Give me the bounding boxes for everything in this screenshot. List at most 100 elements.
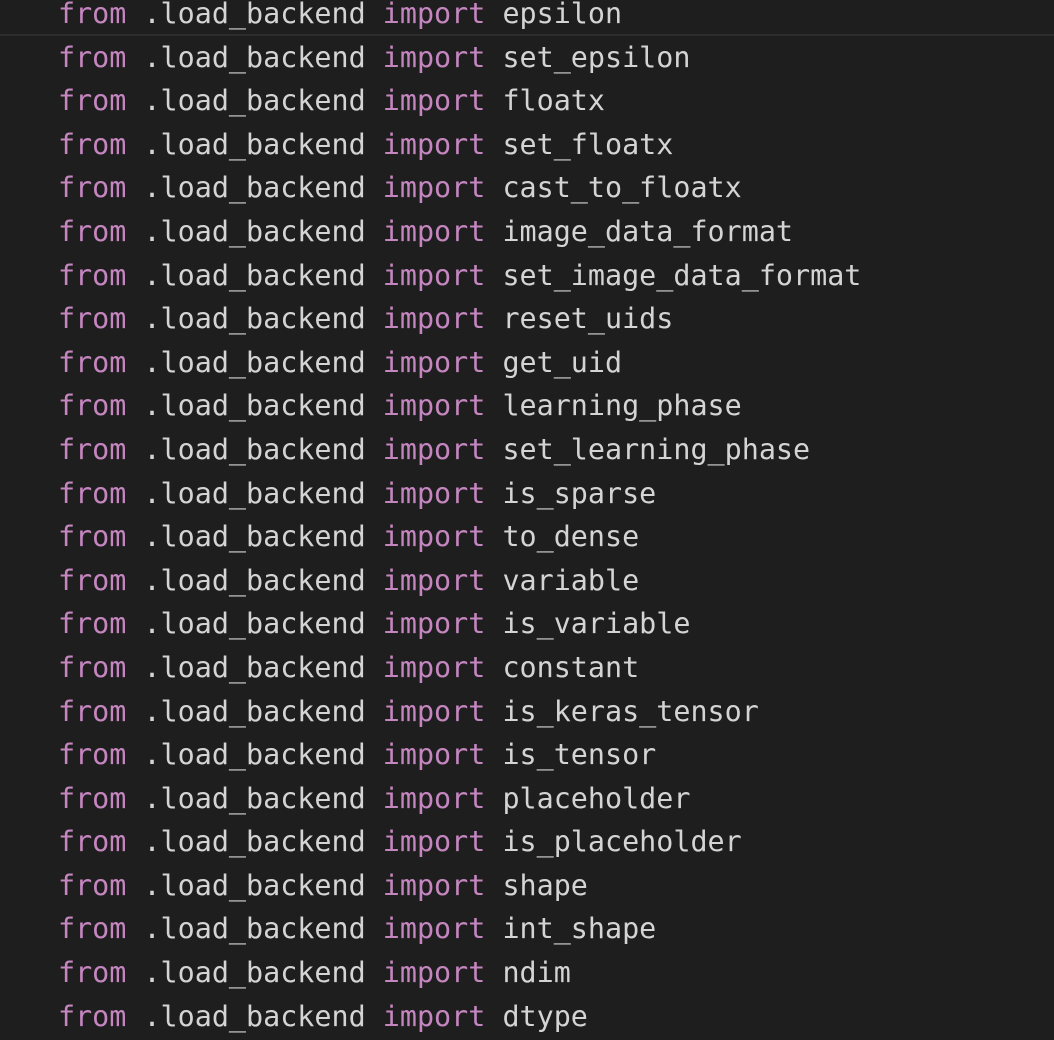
keyword-from: from [58, 650, 127, 684]
module-path: .load_backend [143, 825, 366, 859]
keyword-import: import [382, 912, 486, 946]
keyword-import: import [382, 956, 486, 990]
keyword-from: from [58, 432, 127, 466]
module-path: .load_backend [143, 607, 366, 641]
keyword-from: from [58, 781, 127, 815]
module-path: .load_backend [143, 40, 366, 74]
keyword-import: import [382, 258, 486, 292]
imported-name: set_image_data_format [502, 258, 862, 292]
code-line[interactable]: from .load_backend import epsilon [0, 0, 1054, 36]
code-line[interactable]: from .load_backend import is_variable [0, 602, 1054, 646]
keyword-import: import [382, 520, 486, 554]
module-path: .load_backend [143, 476, 366, 510]
code-editor[interactable]: from .load_backend import epsilon from .l… [0, 0, 1054, 1040]
keyword-import: import [382, 214, 486, 248]
imported-name: to_dense [502, 520, 640, 554]
keyword-import: import [382, 389, 486, 423]
code-line[interactable]: from .load_backend import dtype [0, 995, 1054, 1039]
imported-name: set_learning_phase [502, 432, 811, 466]
module-path: .load_backend [143, 694, 366, 728]
code-line[interactable]: from .load_backend import cast_to_floatx [0, 166, 1054, 210]
imported-name: is_tensor [502, 738, 657, 772]
keyword-import: import [382, 171, 486, 205]
code-line[interactable]: from .load_backend import is_placeholder [0, 820, 1054, 864]
module-path: .load_backend [143, 214, 366, 248]
module-path: .load_backend [143, 868, 366, 902]
code-line[interactable]: from .load_backend import is_keras_tenso… [0, 690, 1054, 734]
keyword-from: from [58, 912, 127, 946]
code-line[interactable]: from .load_backend import shape [0, 864, 1054, 908]
module-path: .load_backend [143, 956, 366, 990]
keyword-from: from [58, 999, 127, 1033]
code-line[interactable]: from .load_backend import variable [0, 559, 1054, 603]
imported-name: int_shape [502, 912, 657, 946]
keyword-import: import [382, 781, 486, 815]
keyword-from: from [58, 694, 127, 728]
code-line[interactable]: from .load_backend import set_floatx [0, 123, 1054, 167]
code-line[interactable]: from .load_backend import constant [0, 646, 1054, 690]
keyword-from: from [58, 302, 127, 336]
code-line[interactable]: from .load_backend import is_sparse [0, 472, 1054, 516]
keyword-import: import [382, 0, 486, 30]
keyword-import: import [382, 694, 486, 728]
keyword-from: from [58, 607, 127, 641]
keyword-import: import [382, 999, 486, 1033]
keyword-import: import [382, 127, 486, 161]
imported-name: ndim [502, 956, 571, 990]
imported-name: dtype [502, 999, 588, 1033]
keyword-import: import [382, 650, 486, 684]
keyword-from: from [58, 868, 127, 902]
keyword-import: import [382, 84, 486, 118]
imported-name: cast_to_floatx [502, 171, 742, 205]
imported-name: shape [502, 868, 588, 902]
imported-name: placeholder [502, 781, 691, 815]
keyword-from: from [58, 520, 127, 554]
keyword-from: from [58, 738, 127, 772]
keyword-from: from [58, 258, 127, 292]
keyword-import: import [382, 738, 486, 772]
module-path: .load_backend [143, 738, 366, 772]
code-line[interactable]: from .load_backend import get_uid [0, 341, 1054, 385]
code-line[interactable]: from .load_backend import is_tensor [0, 733, 1054, 777]
code-line[interactable]: from .load_backend import set_learning_p… [0, 428, 1054, 472]
imported-name: epsilon [502, 0, 623, 30]
keyword-import: import [382, 563, 486, 597]
keyword-import: import [382, 432, 486, 466]
code-line[interactable]: from .load_backend import set_epsilon [0, 36, 1054, 80]
keyword-from: from [58, 127, 127, 161]
module-path: .load_backend [143, 127, 366, 161]
code-line[interactable]: from .load_backend import to_dense [0, 515, 1054, 559]
code-line[interactable]: from .load_backend import image_data_for… [0, 210, 1054, 254]
keyword-import: import [382, 825, 486, 859]
keyword-from: from [58, 40, 127, 74]
keyword-from: from [58, 956, 127, 990]
keyword-from: from [58, 84, 127, 118]
code-line[interactable]: from .load_backend import ndim [0, 951, 1054, 995]
imported-name: constant [502, 650, 640, 684]
keyword-import: import [382, 476, 486, 510]
module-path: .load_backend [143, 84, 366, 118]
keyword-import: import [382, 868, 486, 902]
keyword-from: from [58, 389, 127, 423]
module-path: .load_backend [143, 302, 366, 336]
keyword-from: from [58, 825, 127, 859]
code-line[interactable]: from .load_backend import placeholder [0, 777, 1054, 821]
imported-name: image_data_format [502, 214, 794, 248]
module-path: .load_backend [143, 650, 366, 684]
code-line[interactable]: from .load_backend import floatx [0, 79, 1054, 123]
code-line[interactable]: from .load_backend import int_shape [0, 907, 1054, 951]
keyword-from: from [58, 563, 127, 597]
imported-name: reset_uids [502, 302, 674, 336]
module-path: .load_backend [143, 520, 366, 554]
module-path: .load_backend [143, 345, 366, 379]
imported-name: get_uid [502, 345, 623, 379]
code-line[interactable]: from .load_backend import reset_uids [0, 297, 1054, 341]
code-line[interactable]: from .load_backend import learning_phase [0, 384, 1054, 428]
module-path: .load_backend [143, 563, 366, 597]
code-lines[interactable]: from .load_backend import epsilon from .l… [0, 0, 1054, 1038]
imported-name: is_placeholder [502, 825, 742, 859]
keyword-import: import [382, 607, 486, 641]
module-path: .load_backend [143, 0, 366, 30]
code-line[interactable]: from .load_backend import set_image_data… [0, 254, 1054, 298]
keyword-import: import [382, 302, 486, 336]
